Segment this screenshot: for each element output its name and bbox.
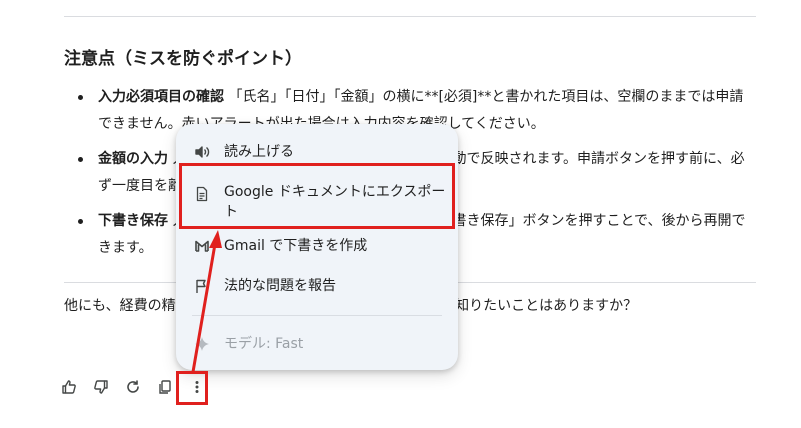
menu-item-label: 法的な問題を報告 — [224, 278, 336, 294]
flag-icon — [196, 279, 206, 293]
copy-button[interactable] — [152, 374, 178, 400]
thumbs-up-icon — [62, 380, 76, 394]
menu-item-label: Gmail で下書きを作成 — [224, 238, 368, 254]
chat-response-page: 注意点（ミスを防ぐポイント） 入力必須項目の確認 「氏名」「日付」「金額」の横に… — [0, 0, 801, 428]
bullet-title: 下書き保存 — [98, 213, 168, 229]
regenerate-button[interactable] — [120, 374, 146, 400]
menu-item-report-legal[interactable]: 法的な問題を報告 — [176, 274, 458, 298]
regenerate-icon — [127, 380, 139, 393]
more-options-menu: 読み上げる Google ドキュメントにエクスポート Gmail で下書きを作成… — [176, 124, 458, 370]
sparkle-icon — [195, 337, 209, 351]
menu-item-read-aloud[interactable]: 読み上げる — [176, 140, 458, 164]
speaker-icon — [195, 146, 210, 158]
thumbs-down-button[interactable] — [88, 374, 114, 400]
menu-item-label: 読み上げる — [224, 144, 294, 160]
menu-item-gmail-draft[interactable]: Gmail で下書きを作成 — [176, 234, 458, 258]
top-divider — [64, 16, 756, 17]
copy-icon — [159, 380, 171, 394]
gmail-icon — [195, 240, 209, 252]
more-button-highlight-box — [176, 371, 208, 405]
bullet-title: 金額の入力 — [98, 151, 168, 167]
thumbs-up-button[interactable] — [56, 374, 82, 400]
model-label: モデル: Fast — [224, 336, 304, 352]
export-highlight-box — [179, 163, 455, 229]
thumbs-down-icon — [94, 380, 108, 394]
bullet-title: 入力必須項目の確認 — [98, 89, 224, 105]
model-indicator: モデル: Fast — [176, 332, 458, 356]
menu-divider — [192, 315, 442, 316]
section-heading: 注意点（ミスを防ぐポイント） — [64, 49, 302, 69]
